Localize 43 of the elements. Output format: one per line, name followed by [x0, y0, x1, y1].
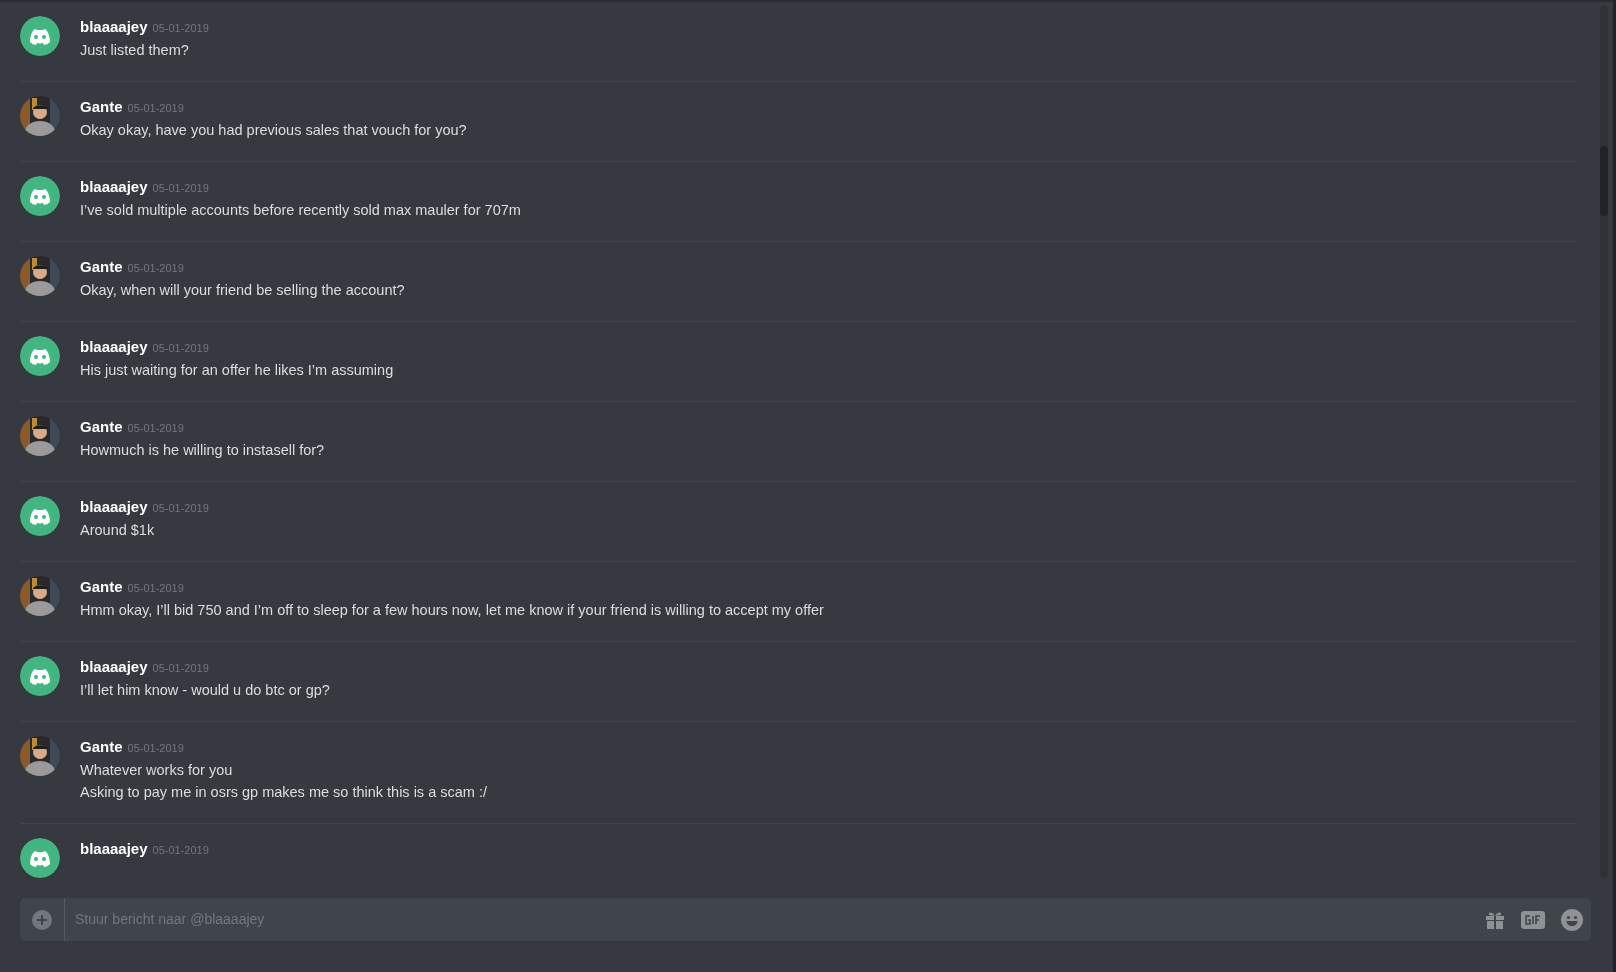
timestamp: 05-01-2019: [152, 342, 209, 354]
default-avatar-icon[interactable]: [20, 656, 60, 696]
gif-icon[interactable]: [1521, 910, 1545, 929]
message-text: Whatever works for you: [80, 761, 234, 780]
message-text: Okay, when will your friend be selling the account?: [80, 281, 405, 300]
username[interactable]: Gante: [80, 418, 123, 435]
message-text: His just waiting for an offer he likes I’m assuming: [80, 361, 394, 380]
timestamp: 05-01-2019: [127, 102, 184, 114]
emoji-icon[interactable]: [1561, 908, 1583, 931]
message-text: Howmuch is he willing to instasell for?: [80, 441, 325, 460]
default-avatar-icon[interactable]: [20, 496, 60, 536]
username[interactable]: Gante: [80, 258, 123, 275]
default-avatar-icon[interactable]: [20, 838, 60, 878]
timestamp: 05-01-2019: [152, 662, 209, 674]
username[interactable]: Gante: [80, 738, 123, 755]
username[interactable]: blaaaajey: [80, 178, 148, 195]
message-text: Hmm okay, I’ll bid 750 and I’m off to sleep for a few hours now, let me know if your friend is willing to accept my offer: [80, 601, 824, 620]
timestamp: 05-01-2019: [127, 582, 184, 594]
default-avatar-icon[interactable]: [20, 16, 60, 56]
username[interactable]: blaaaajey: [80, 498, 148, 515]
message-text: Asking to pay me in osrs gp makes me so think this is a scam :/: [80, 783, 487, 802]
username[interactable]: blaaaajey: [80, 658, 148, 675]
username[interactable]: Gante: [80, 578, 123, 595]
timestamp: 05-01-2019: [127, 422, 184, 434]
timestamp: 05-01-2019: [127, 262, 184, 274]
username[interactable]: Gante: [80, 98, 123, 115]
scrollbar-thumb[interactable]: [1600, 146, 1608, 216]
timestamp: 05-01-2019: [152, 182, 209, 194]
message-text: I’ll let him know - would u do btc or gp?: [80, 681, 330, 700]
timestamp: 05-01-2019: [152, 502, 209, 514]
timestamp: 05-01-2019: [152, 22, 209, 34]
timestamp: 05-01-2019: [127, 742, 184, 754]
scrollbar-track[interactable]: [1600, 6, 1608, 878]
default-avatar-icon[interactable]: [20, 336, 60, 376]
message-text: Around $1k: [80, 521, 156, 540]
message-text: I’ve sold multiple accounts before recently sold max mauler for 707m: [80, 201, 521, 220]
timestamp: 05-01-2019: [152, 844, 209, 856]
username[interactable]: blaaaajey: [80, 840, 148, 857]
username[interactable]: blaaaajey: [80, 18, 148, 35]
message-text: Okay okay, have you had previous sales that vouch for you?: [80, 121, 467, 140]
default-avatar-icon[interactable]: [20, 176, 60, 216]
message-text: Just listed them?: [80, 41, 190, 60]
username[interactable]: blaaaajey: [80, 338, 148, 355]
